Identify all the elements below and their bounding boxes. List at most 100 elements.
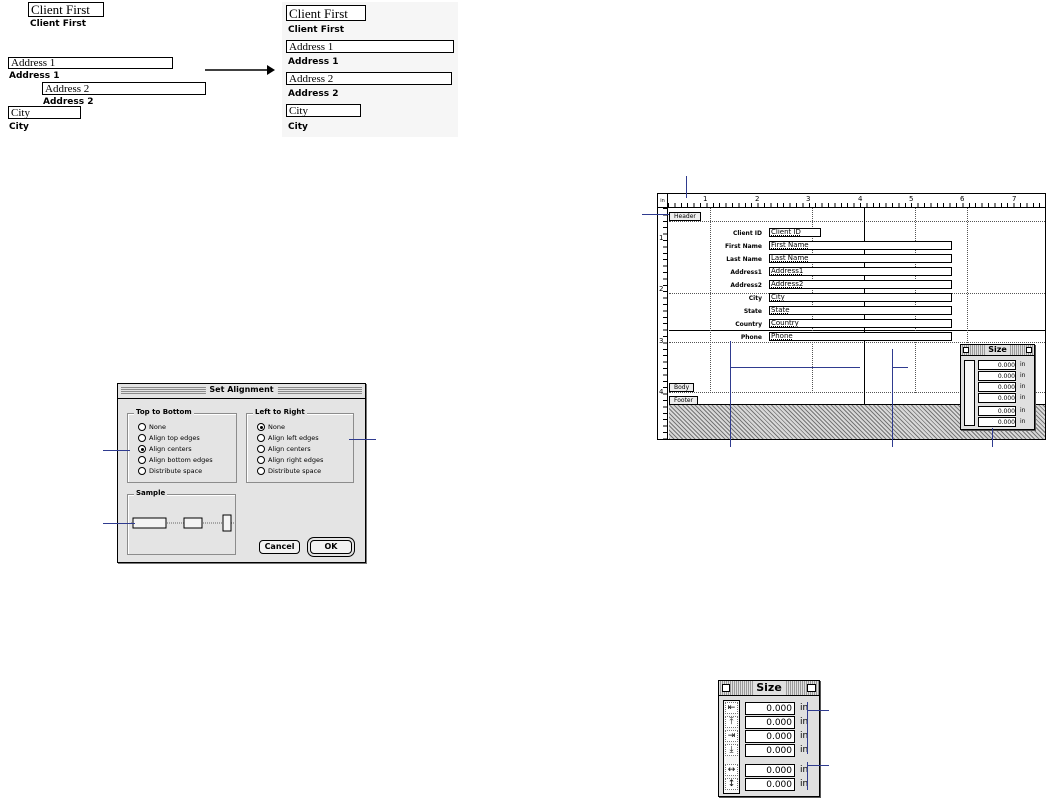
field-first-name[interactable]: First Name — [769, 241, 952, 250]
radio-icon — [257, 445, 265, 453]
callout-line-guide-h — [892, 367, 908, 368]
ttb-distribute-option[interactable]: Distribute space — [138, 466, 202, 476]
size-palette-large[interactable]: Size ⇤ ⤒ ⇥ ⤓ ↔ ↕ 0.000 0.000 0.000 0.000… — [718, 680, 820, 797]
radio-icon — [138, 434, 146, 442]
ruler-num: 1 — [703, 195, 708, 203]
unit-label: in — [1020, 361, 1026, 368]
size-value-right[interactable]: 0.000 — [745, 730, 795, 743]
size-value-bottom[interactable]: 0.000 — [745, 744, 795, 757]
city-label-after: City — [288, 122, 308, 132]
unit-label: in — [1020, 418, 1026, 425]
ltr-distribute-option[interactable]: Distribute space — [257, 466, 321, 476]
size-palette-title-bar[interactable]: Size — [961, 345, 1034, 356]
size-value-top[interactable]: 0.000 — [978, 371, 1016, 381]
field-city[interactable]: City — [769, 293, 952, 302]
size-palette-title: Size — [753, 681, 785, 695]
size-value-left[interactable]: 0.000 — [978, 360, 1016, 370]
top-ruler — [668, 194, 1045, 208]
callout-line-ruler — [686, 176, 687, 198]
ruler-num: 2 — [755, 195, 760, 203]
callout-line-dimensions — [807, 762, 808, 790]
sample-preview — [131, 514, 234, 532]
field-label: Address1 — [730, 269, 762, 276]
field-label: Country — [735, 321, 762, 328]
sample-group: Sample — [127, 489, 236, 555]
callout-line-palette — [992, 428, 993, 447]
bottom-edge-icon: ⤓ — [725, 744, 738, 756]
field-state[interactable]: State — [769, 306, 952, 315]
top-to-bottom-group: Top to Bottom None Align top edges Align… — [127, 408, 237, 483]
left-ruler — [658, 208, 668, 439]
client-first-label-after: Client First — [288, 25, 345, 35]
size-value-left[interactable]: 0.000 — [745, 702, 795, 715]
callout-line-guide — [892, 349, 893, 447]
ruler-units-button[interactable]: in — [658, 194, 668, 208]
radio-selected-icon — [138, 445, 146, 453]
left-to-right-caption: Left to Right — [253, 408, 307, 416]
radio-icon — [257, 467, 265, 475]
field-phone[interactable]: Phone — [769, 332, 952, 341]
radio-icon — [257, 434, 265, 442]
menu-icon[interactable] — [1026, 347, 1032, 353]
cancel-button[interactable]: Cancel — [259, 540, 300, 554]
header-part-tab[interactable]: Header — [669, 212, 701, 221]
field-address1[interactable]: Address1 — [769, 267, 952, 276]
unit-label: in — [1020, 372, 1026, 379]
ttb-align-top-option[interactable]: Align top edges — [138, 433, 200, 443]
field-client-id[interactable]: Client ID — [769, 228, 821, 237]
address2-label-after: Address 2 — [288, 89, 339, 99]
size-palette-title-bar[interactable]: Size — [719, 681, 819, 696]
callout-line-dimensions-h — [807, 765, 829, 766]
ruler-num: 7 — [1012, 195, 1017, 203]
width-icon: ↔ — [725, 764, 738, 776]
size-palette-small[interactable]: Size 0.000 0.000 0.000 0.000 0.000 0.000… — [960, 344, 1035, 430]
size-value-height[interactable]: 0.000 — [978, 417, 1016, 427]
ok-button[interactable]: OK — [310, 540, 352, 554]
ruler-num: 3 — [659, 337, 664, 345]
address1-field-before: Address 1 — [8, 57, 173, 69]
callout-line-field-h — [730, 367, 860, 368]
field-last-name[interactable]: Last Name — [769, 254, 952, 263]
size-palette-title: Size — [985, 345, 1010, 355]
right-edge-icon: ⇥ — [725, 730, 738, 742]
sample-caption: Sample — [134, 489, 168, 497]
ttb-align-centers-option[interactable]: Align centers — [138, 444, 192, 454]
size-value-top[interactable]: 0.000 — [745, 716, 795, 729]
arrow-right-icon — [205, 65, 275, 75]
field-address2[interactable]: Address2 — [769, 280, 952, 289]
guide-line — [669, 342, 1045, 343]
size-value-bottom[interactable]: 0.000 — [978, 393, 1016, 403]
field-country[interactable]: Country — [769, 319, 952, 328]
field-label: Last Name — [726, 256, 762, 263]
menu-icon[interactable] — [807, 684, 816, 692]
ruler-num: 5 — [909, 195, 914, 203]
ltr-none-option[interactable]: None — [257, 422, 285, 432]
callout-line-left-to-right — [349, 439, 376, 440]
left-edge-icon: ⇤ — [725, 702, 738, 714]
ttb-none-option[interactable]: None — [138, 422, 166, 432]
ruler-num: 4 — [659, 388, 664, 396]
ttb-align-bottom-option[interactable]: Align bottom edges — [138, 455, 213, 465]
callout-line-field — [730, 341, 731, 447]
close-box-icon[interactable] — [963, 347, 969, 353]
ltr-align-left-option[interactable]: Align left edges — [257, 433, 319, 443]
callout-line-sample — [103, 523, 135, 524]
dialog-title-bar[interactable]: Set Alignment — [118, 384, 365, 399]
ltr-align-right-option[interactable]: Align right edges — [257, 455, 323, 465]
size-value-width[interactable]: 0.000 — [978, 406, 1016, 416]
field-label: First Name — [724, 243, 762, 250]
radio-icon — [138, 467, 146, 475]
size-value-right[interactable]: 0.000 — [978, 382, 1016, 392]
address1-field-after: Address 1 — [286, 40, 454, 53]
unit-label: in — [1020, 383, 1026, 390]
ltr-align-centers-option[interactable]: Align centers — [257, 444, 311, 454]
close-box-icon[interactable] — [722, 684, 730, 692]
ruler-num: 3 — [806, 195, 811, 203]
ruler-num: 6 — [960, 195, 965, 203]
size-value-height[interactable]: 0.000 — [745, 778, 795, 791]
address2-field-before: Address 2 — [42, 82, 206, 95]
top-edge-icon: ⤒ — [725, 716, 738, 728]
field-label: State — [743, 308, 762, 315]
body-part-tab[interactable]: Body — [669, 383, 695, 392]
size-value-width[interactable]: 0.000 — [745, 764, 795, 777]
